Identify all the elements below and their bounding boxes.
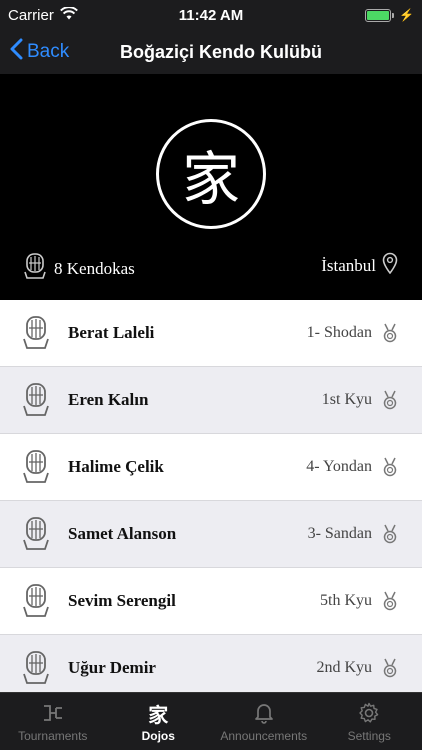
chevron-left-icon <box>10 38 23 66</box>
member-name: Uğur Demir <box>68 658 156 677</box>
medal-icon <box>382 591 398 611</box>
member-name: Sevim Serengil <box>68 591 176 610</box>
list-item[interactable]: Berat Laleli 1- Shodan <box>0 300 422 367</box>
list-item[interactable]: Samet Alanson 3- Sandan <box>0 501 422 568</box>
tab-dojos[interactable]: 家 Dojos <box>106 693 212 750</box>
member-rank: 2nd Kyu <box>316 659 372 676</box>
medal-icon <box>382 658 398 678</box>
kendo-mask-icon <box>22 649 50 687</box>
medal-icon <box>382 457 398 477</box>
charging-icon: ⚡ <box>399 8 414 22</box>
member-name: Samet Alanson <box>68 524 177 543</box>
tab-tournaments[interactable]: Tournaments <box>0 693 106 750</box>
medal-icon <box>382 323 398 343</box>
bracket-icon <box>42 701 64 725</box>
member-name: Berat Laleli <box>68 323 155 342</box>
dojo-glyph-icon: 家 <box>148 702 169 727</box>
kendo-mask-icon <box>24 252 46 285</box>
list-item[interactable]: Eren Kalın 1st Kyu <box>0 367 422 434</box>
battery-icon <box>365 8 395 22</box>
list-item[interactable]: Sevim Serengil 5th Kyu <box>0 568 422 635</box>
location-pin-icon <box>382 252 398 279</box>
dojo-header: 家 8 Kendokas İstanbul <box>0 74 422 300</box>
city-label: İstanbul <box>321 255 376 275</box>
kendo-mask-icon <box>22 314 50 352</box>
member-rank: 1- Shodan <box>306 324 372 341</box>
list-item[interactable]: Halime Çelik 4- Yondan <box>0 434 422 501</box>
tab-bar: Tournaments 家 Dojos Announcements Settings <box>0 692 422 750</box>
kendoka-count-label: 8 Kendokas <box>54 258 135 278</box>
member-rank: 5th Kyu <box>320 592 372 609</box>
tab-label: Tournaments <box>18 729 88 743</box>
bell-icon <box>254 701 274 725</box>
navigation-bar: Back Boğaziçi Kendo Kulübü <box>0 30 422 74</box>
wifi-icon <box>59 5 78 24</box>
medal-icon <box>382 524 398 544</box>
back-button[interactable]: Back <box>10 37 69 67</box>
dojo-logo: 家 <box>156 119 266 229</box>
tab-label: Announcements <box>220 729 308 743</box>
status-bar: Carrier 11:42 AM ⚡ <box>0 0 422 30</box>
member-rank: 1st Kyu <box>321 391 372 408</box>
dojo-location: İstanbul <box>321 252 398 279</box>
member-name: Eren Kalın <box>68 390 149 409</box>
back-label: Back <box>27 41 70 62</box>
carrier-label: Carrier <box>8 6 54 24</box>
list-item[interactable]: Uğur Demir 2nd Kyu <box>0 635 422 692</box>
member-rank: 4- Yondan <box>306 458 372 475</box>
tab-announcements[interactable]: Announcements <box>211 693 317 750</box>
kendo-mask-icon <box>22 381 50 419</box>
kendoka-list[interactable]: Berat Laleli 1- Shodan Eren Kalın 1st Ky… <box>0 300 422 692</box>
kendo-mask-icon <box>22 448 50 486</box>
tab-label: Settings <box>347 729 391 743</box>
member-rank: 3- Sandan <box>307 525 372 542</box>
kendo-mask-icon <box>22 515 50 553</box>
status-time: 11:42 AM <box>178 6 244 24</box>
kendo-mask-icon <box>22 582 50 620</box>
medal-icon <box>382 390 398 410</box>
gear-icon <box>358 701 380 725</box>
member-name: Halime Çelik <box>68 457 164 476</box>
tab-label: Dojos <box>141 729 175 743</box>
kendoka-count: 8 Kendokas <box>24 252 135 285</box>
tab-settings[interactable]: Settings <box>317 693 422 750</box>
